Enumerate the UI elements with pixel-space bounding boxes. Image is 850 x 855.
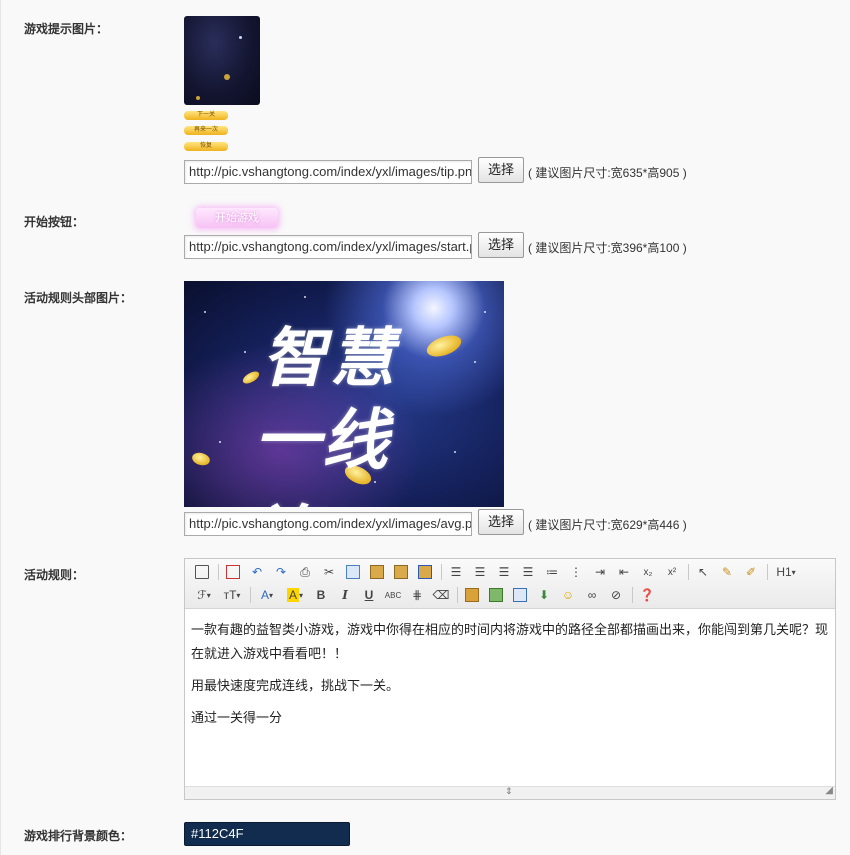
tip-image-preview <box>184 16 260 105</box>
italic-icon[interactable]: I <box>334 585 356 605</box>
source-code-icon[interactable] <box>191 562 213 582</box>
underline-icon[interactable]: U <box>358 585 380 605</box>
paste-text-icon[interactable] <box>390 562 412 582</box>
rules-rich-text-editor: ↶ ↷ ⎙ ✂ ☰ ☰ ☰ ☰ ≔ ⋮ ⇥ ⇤ x₂ x² ↖ ✎ ✐ H1▾ <box>184 558 836 800</box>
chevron-down-icon: ▾ <box>791 567 796 577</box>
clear-format-icon[interactable]: ✎ <box>716 562 738 582</box>
copy-icon[interactable] <box>342 562 364 582</box>
toolbar-separator <box>457 587 458 603</box>
undo-icon[interactable]: ↶ <box>246 562 268 582</box>
rules-label: 活动规则： <box>24 568 85 582</box>
tip-restore-button-preview: 恢复 <box>184 142 228 151</box>
rules-header-image-title: 智慧 一线连 <box>254 321 398 507</box>
align-right-icon[interactable]: ☰ <box>493 562 515 582</box>
rules-header-image-preview: 智慧 一线连 <box>184 281 504 507</box>
subscript-icon[interactable]: x₂ <box>637 562 659 582</box>
rank-bg-color-input[interactable]: #112C4F <box>184 822 350 846</box>
resize-corner-icon[interactable]: ◢ <box>825 785 833 796</box>
start-button-preview: 开始游戏 <box>196 208 278 228</box>
start-button-select-button[interactable]: 选择 <box>478 232 524 258</box>
align-left-icon[interactable]: ☰ <box>445 562 467 582</box>
strikethrough-icon[interactable]: ABC <box>382 585 404 605</box>
outdent-icon[interactable]: ⇤ <box>613 562 635 582</box>
table-icon[interactable] <box>509 585 531 605</box>
help-icon[interactable]: ❓ <box>636 585 658 605</box>
tip-image-select-button[interactable]: 选择 <box>478 157 524 183</box>
editor-resize-bar[interactable]: ⇕ ◢ <box>185 785 835 799</box>
font-color-dropdown[interactable]: A ▾ <box>254 585 280 605</box>
rules-header-image-size-hint: ( 建议图片尺寸:宽629*高446 ) <box>528 518 687 532</box>
rules-header-image-url-input[interactable]: http://pic.vshangtong.com/index/yxl/imag… <box>184 512 472 536</box>
link-icon[interactable]: ∞ <box>581 585 603 605</box>
print-icon[interactable]: ⎙ <box>294 562 316 582</box>
fullscreen-icon[interactable] <box>222 562 244 582</box>
toolbar-separator <box>767 564 768 580</box>
start-button-label: 开始按钮： <box>24 215 85 229</box>
superscript-icon[interactable]: x² <box>661 562 683 582</box>
select-all-icon[interactable]: ↖ <box>692 562 714 582</box>
chevron-down-icon: ▾ <box>236 590 241 600</box>
unlink-icon[interactable]: ⊘ <box>605 585 627 605</box>
insert-table-grid-icon[interactable]: ⋕ <box>406 585 428 605</box>
rank-bg-color-label: 游戏排行背景颜色： <box>24 829 133 843</box>
indent-icon[interactable]: ⇥ <box>589 562 611 582</box>
toolbar-separator <box>441 564 442 580</box>
rules-paragraph: 用最快速度完成连线，挑战下一关。 <box>191 679 400 694</box>
toolbar-separator <box>688 564 689 580</box>
format-painter-icon[interactable]: ✐ <box>740 562 762 582</box>
chevron-down-icon: ▾ <box>269 590 274 600</box>
rules-paragraph: 一款有趣的益智类小游戏，游戏中你得在相应的时间内将游戏中的路径全部都描画出来，你… <box>191 623 829 662</box>
emoticon-icon[interactable]: ☺ <box>557 585 579 605</box>
chevron-down-icon: ▾ <box>299 590 304 600</box>
toolbar-separator <box>632 587 633 603</box>
left-border <box>0 0 1 855</box>
insert-image-icon[interactable] <box>461 585 483 605</box>
align-center-icon[interactable]: ☰ <box>469 562 491 582</box>
redo-icon[interactable]: ↷ <box>270 562 292 582</box>
paste-word-icon[interactable] <box>414 562 436 582</box>
rules-header-image-label: 活动规则头部图片： <box>24 291 133 305</box>
toolbar-separator <box>218 564 219 580</box>
tip-image-label: 游戏提示图片： <box>24 22 109 36</box>
tip-image-size-hint: ( 建议图片尺寸:宽635*高905 ) <box>528 166 687 180</box>
insert-photo-icon[interactable] <box>485 585 507 605</box>
unordered-list-icon[interactable]: ⋮ <box>565 562 587 582</box>
rules-paragraph: 通过一关得一分 <box>191 711 283 726</box>
tip-next-button-preview: 下一关 <box>184 111 228 120</box>
chevron-down-icon: ▾ <box>206 590 211 600</box>
tip-image-url-input[interactable]: http://pic.vshangtong.com/index/yxl/imag… <box>184 160 472 184</box>
tip-retry-button-preview: 再来一次 <box>184 126 228 135</box>
editor-content[interactable]: 一款有趣的益智类小游戏，游戏中你得在相应的时间内将游戏中的路径全部都描画出来，你… <box>185 609 835 787</box>
bold-icon[interactable]: B <box>310 585 332 605</box>
align-justify-icon[interactable]: ☰ <box>517 562 539 582</box>
highlight-color-dropdown[interactable]: A ▾ <box>282 585 308 605</box>
rules-header-image-select-button[interactable]: 选择 <box>478 509 524 535</box>
heading-dropdown[interactable]: H1 ▾ <box>771 562 801 582</box>
cut-icon[interactable]: ✂ <box>318 562 340 582</box>
toolbar-separator <box>250 587 251 603</box>
start-button-url-input[interactable]: http://pic.vshangtong.com/index/yxl/imag… <box>184 235 472 259</box>
font-family-dropdown[interactable]: ℱ ▾ <box>191 585 217 605</box>
font-size-dropdown[interactable]: ᴛT ▾ <box>219 585 245 605</box>
paste-icon[interactable] <box>366 562 388 582</box>
insert-row-icon[interactable]: ⬇ <box>533 585 555 605</box>
ordered-list-icon[interactable]: ≔ <box>541 562 563 582</box>
start-button-size-hint: ( 建议图片尺寸:宽396*高100 ) <box>528 241 687 255</box>
eraser-icon[interactable]: ⌫ <box>430 585 452 605</box>
drag-handle-icon[interactable]: ⇕ <box>505 786 513 797</box>
editor-toolbar: ↶ ↷ ⎙ ✂ ☰ ☰ ☰ ☰ ≔ ⋮ ⇥ ⇤ x₂ x² ↖ ✎ ✐ H1▾ <box>185 559 835 609</box>
